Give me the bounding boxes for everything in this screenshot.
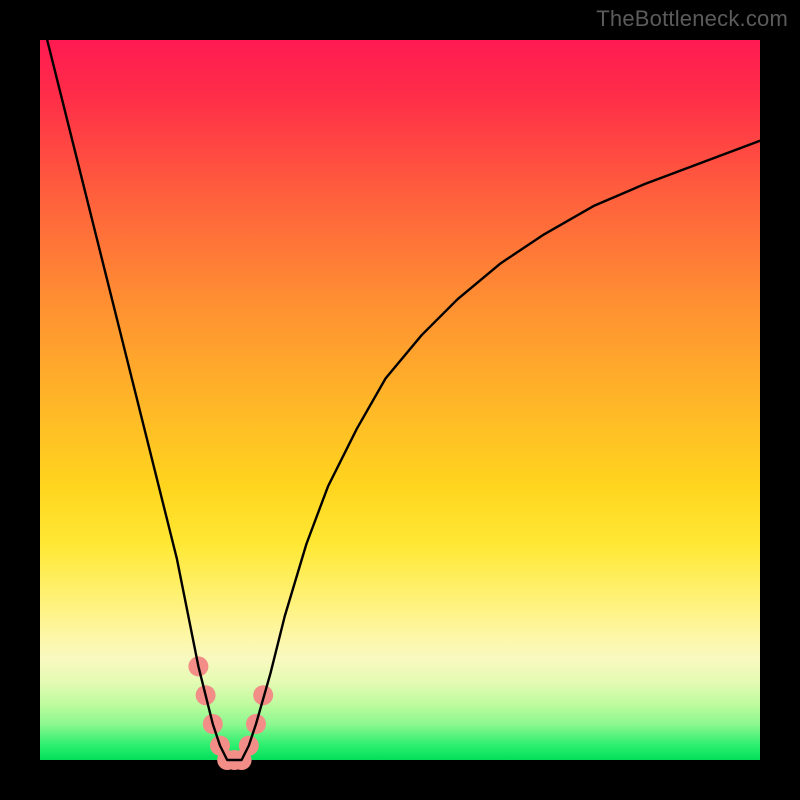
plot-area — [40, 40, 760, 760]
bottleneck-curve — [47, 40, 760, 760]
chart-svg — [40, 40, 760, 760]
watermark-text: TheBottleneck.com — [596, 6, 788, 32]
chart-frame: TheBottleneck.com — [0, 0, 800, 800]
